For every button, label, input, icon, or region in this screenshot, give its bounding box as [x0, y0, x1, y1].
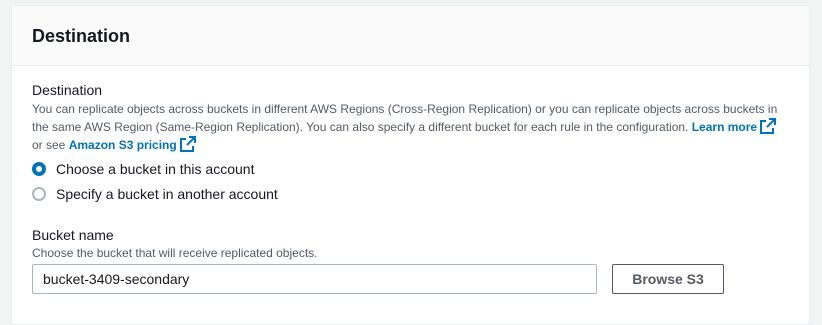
- learn-more-link[interactable]: Learn more: [691, 118, 777, 134]
- or-see-text: or see: [32, 138, 66, 152]
- destination-panel: Destination Destination You can replicat…: [11, 5, 810, 325]
- destination-label: Destination: [32, 82, 103, 98]
- panel-body: Destination You can replicate objects ac…: [12, 66, 809, 294]
- panel-header: Destination: [12, 6, 809, 66]
- bucket-name-label: Bucket name: [32, 227, 114, 243]
- radio-option-this-account[interactable]: Choose a bucket in this account: [32, 159, 809, 179]
- radio-option-another-account[interactable]: Specify a bucket in another account: [32, 184, 809, 204]
- external-link-icon: [760, 118, 777, 134]
- bucket-name-input[interactable]: [32, 264, 597, 294]
- learn-more-label: Learn more: [691, 120, 758, 134]
- radio-button-selected[interactable]: [32, 162, 46, 176]
- radio-label: Specify a bucket in another account: [56, 186, 278, 202]
- destination-description: You can replicate objects across buckets…: [32, 100, 792, 154]
- destination-description-text: You can replicate objects across buckets…: [32, 102, 778, 134]
- bucket-name-description: Choose the bucket that will receive repl…: [32, 246, 318, 260]
- s3-pricing-link[interactable]: Amazon S3 pricing: [68, 136, 196, 152]
- destination-radio-group: Choose a bucket in this account Specify …: [32, 159, 809, 204]
- radio-button-unselected[interactable]: [32, 187, 46, 201]
- panel-title: Destination: [32, 26, 131, 46]
- radio-label: Choose a bucket in this account: [56, 161, 255, 177]
- s3-pricing-label: Amazon S3 pricing: [68, 138, 177, 152]
- external-link-icon: [179, 136, 196, 152]
- browse-s3-button[interactable]: Browse S3: [612, 264, 724, 294]
